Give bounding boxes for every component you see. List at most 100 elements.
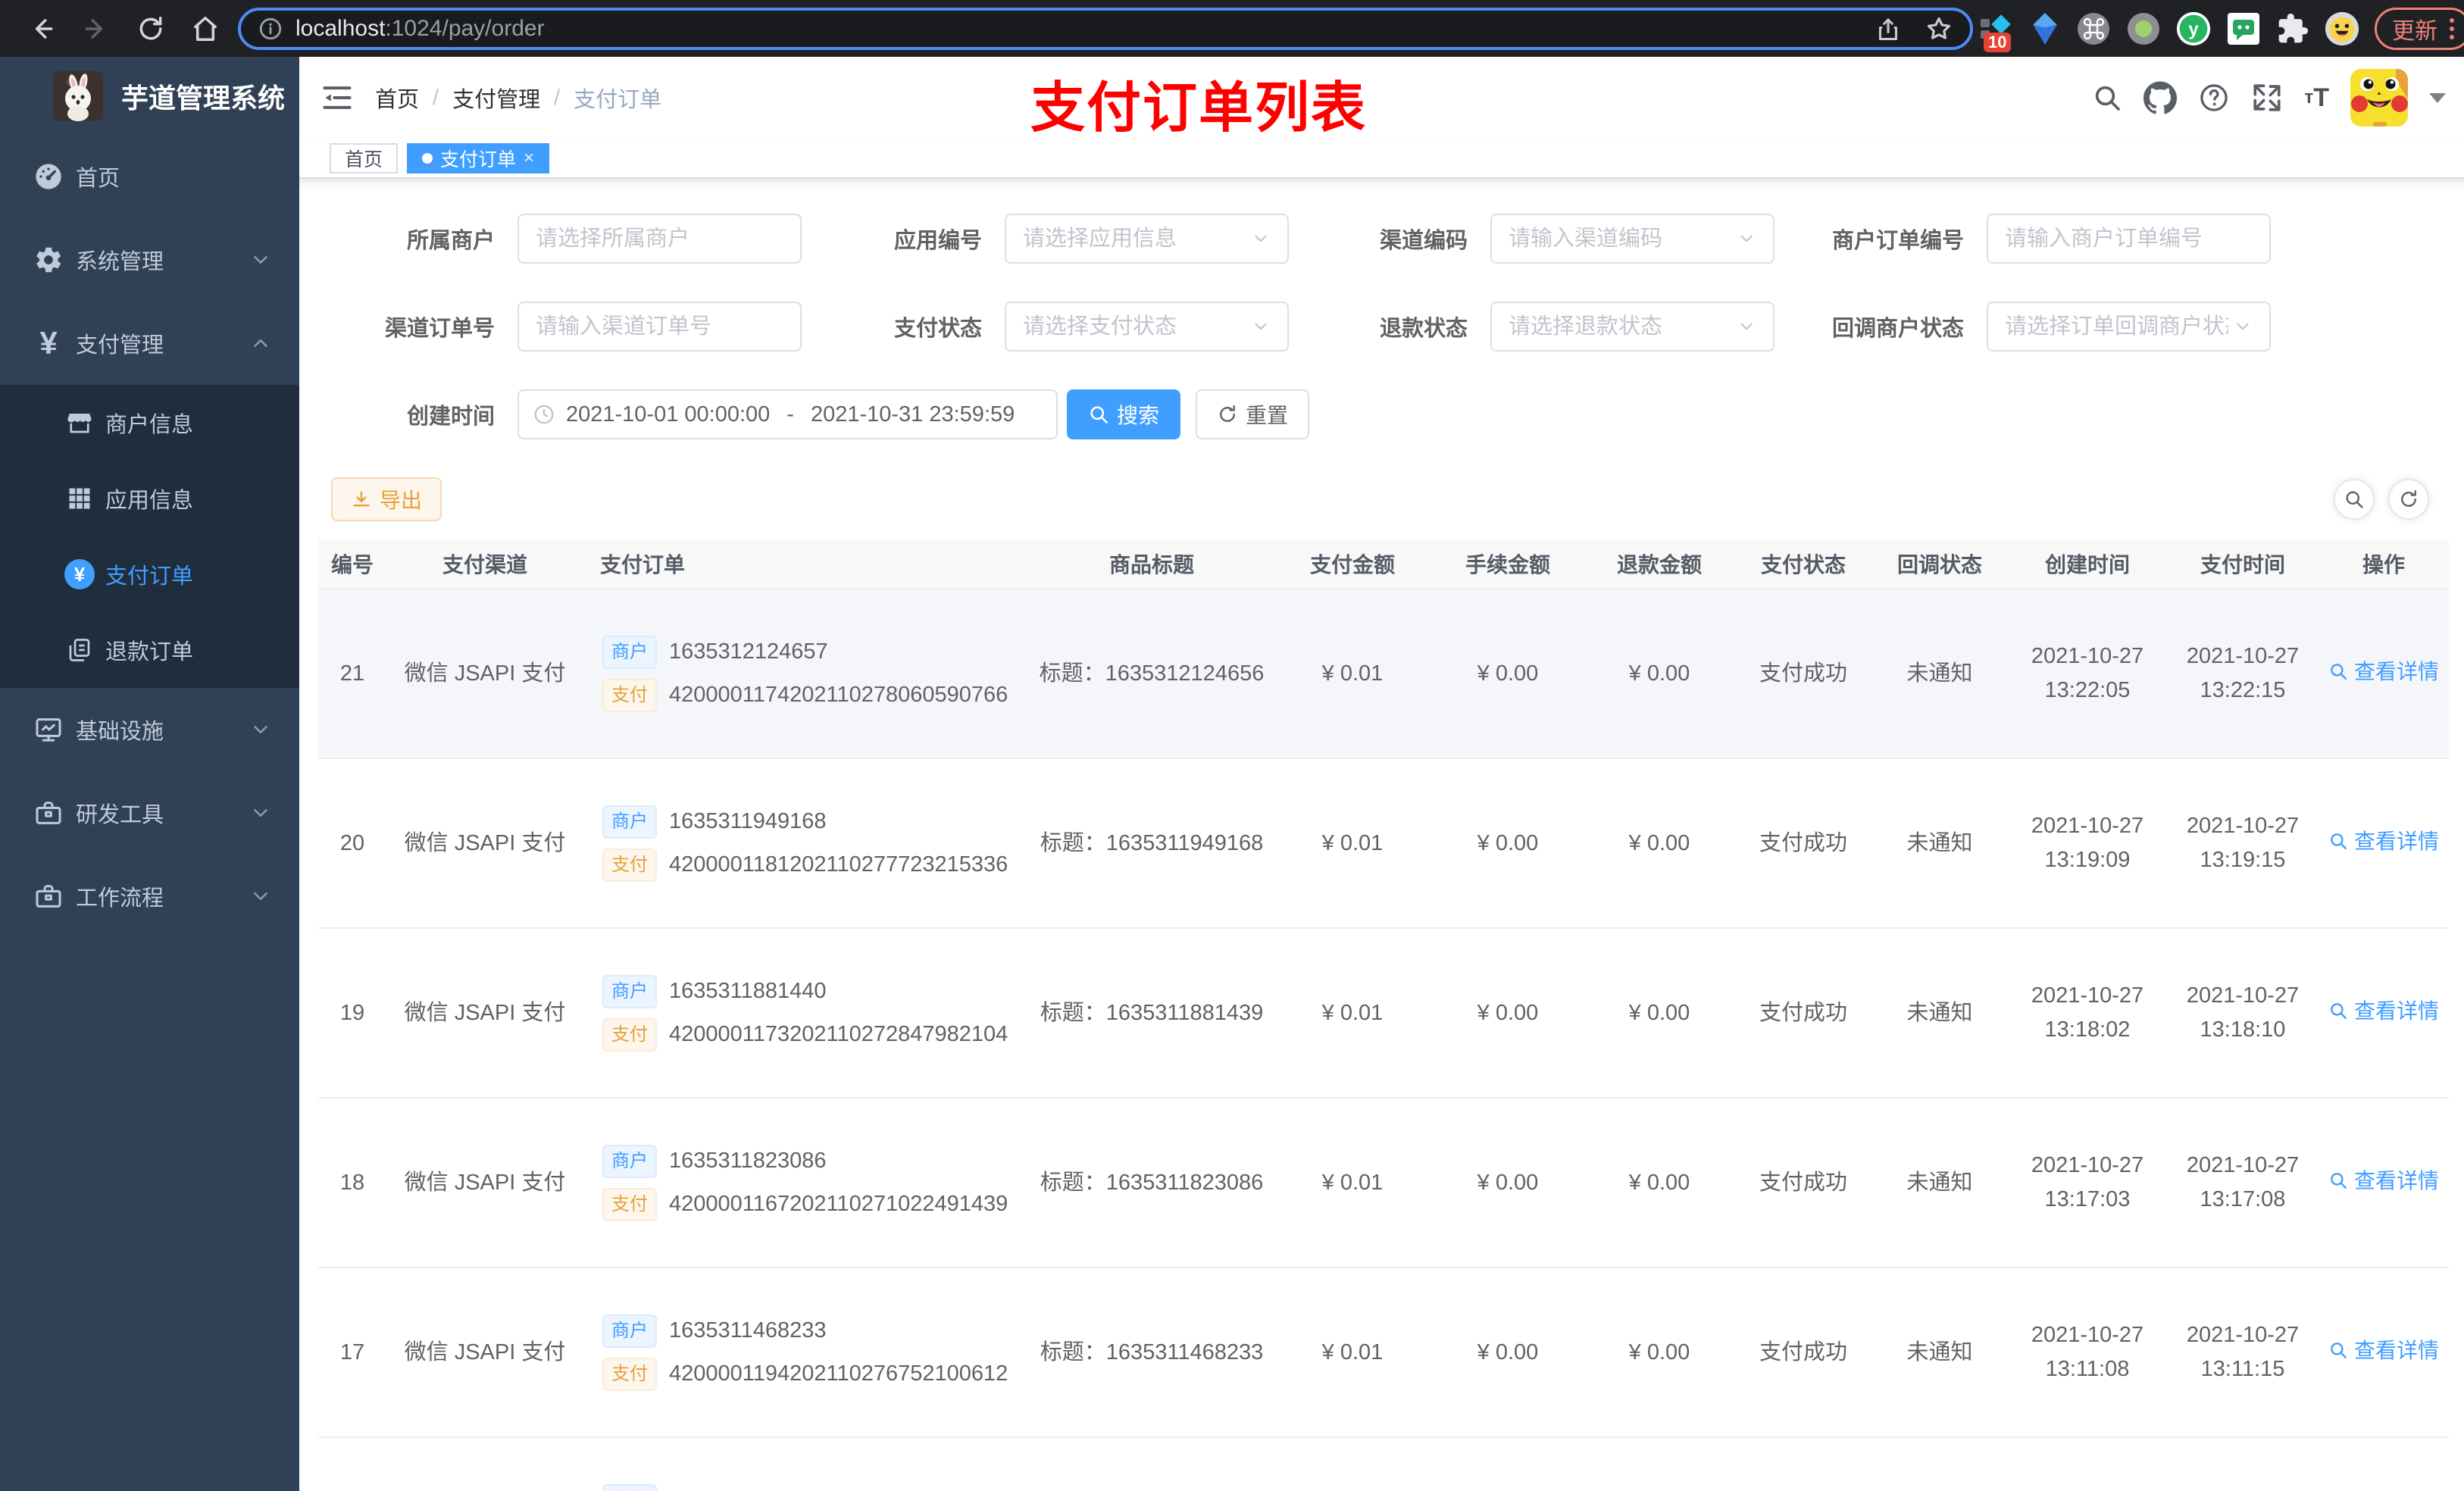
product-title: 标题：1635311468233 [1040, 1339, 1264, 1364]
sidebar-item-pay-order[interactable]: ¥ 支付订单 [0, 536, 299, 612]
collapse-sidebar-icon[interactable] [321, 81, 354, 114]
view-detail-link[interactable]: 查看详情 [2328, 995, 2439, 1027]
channel-code-input[interactable] [1509, 226, 1732, 252]
channel-code-filter-select[interactable] [1490, 214, 1775, 264]
tab-home[interactable]: 首页 [330, 142, 399, 173]
col-pay-order: 支付订单 [600, 553, 686, 577]
close-icon[interactable]: × [524, 148, 534, 169]
back-icon[interactable] [20, 7, 64, 51]
extension-record-icon[interactable] [2126, 11, 2161, 46]
callback-status-input[interactable] [2005, 314, 2228, 339]
forward-icon[interactable] [74, 7, 118, 51]
sidebar-item-workflow[interactable]: 工作流程 [0, 855, 299, 938]
create-time-range-picker[interactable]: 2021-10-01 00:00:00 - 2021-10-31 23:59:5… [518, 389, 1058, 439]
profile-emoji-avatar[interactable] [2325, 11, 2359, 46]
toggle-search-button[interactable] [2334, 479, 2375, 520]
navbar-actions: тT [2092, 69, 2446, 127]
help-icon[interactable] [2198, 82, 2230, 114]
callback-status-filter-select[interactable] [1987, 302, 2271, 352]
extension-command-icon[interactable] [2076, 11, 2111, 46]
view-detail-link[interactable]: 查看详情 [2328, 825, 2439, 858]
created-time: 2021-10-27 13:19:09 [2031, 814, 2144, 872]
sidebar-item-system[interactable]: 系统管理 [0, 218, 299, 302]
font-size-icon[interactable]: тT [2304, 83, 2329, 113]
sidebar-item-app-info[interactable]: 应用信息 [0, 461, 299, 536]
col-fee: 手续金额 [1465, 553, 1550, 577]
chrome-update-button[interactable]: 更新 [2375, 7, 2464, 50]
fullscreen-icon[interactable] [2251, 82, 2283, 114]
channel-code-filter-label: 渠道编码 [1379, 229, 1468, 253]
refund-amount: ¥ 0.00 [1628, 1000, 1690, 1025]
sidebar-item-label: 基础设施 [76, 720, 164, 744]
merchant-filter-input[interactable] [518, 214, 802, 264]
view-detail-label: 查看详情 [2353, 829, 2439, 853]
breadcrumb-home[interactable]: 首页 [375, 82, 419, 114]
sidebar-item-merchant-info[interactable]: 商户信息 [0, 385, 299, 461]
address-bar[interactable]: localhost:1024/pay/order [238, 7, 1973, 50]
chrome-menu-icon[interactable] [2450, 17, 2454, 39]
callback-status-filter-label: 回调商户状态 [1831, 317, 1964, 341]
actions-cell: 查看详情 [2319, 1334, 2449, 1371]
merchant-order-input[interactable] [2005, 226, 2253, 252]
merchant-input[interactable] [536, 226, 783, 252]
extension-diamond-icon[interactable]: 10 [1979, 11, 2014, 52]
chevron-up-icon [249, 332, 272, 355]
page-title-annotation: 支付订单列表 [1030, 78, 1368, 139]
site-info-icon[interactable] [258, 16, 283, 42]
merchant-badge: 商户 [602, 805, 657, 839]
grid-icon [64, 485, 95, 512]
tab-label: 支付订单 [440, 148, 517, 170]
reload-icon[interactable] [129, 7, 173, 51]
home-icon[interactable] [183, 7, 227, 51]
app-logo-row[interactable]: 芋道管理系统 [0, 57, 299, 135]
app-select-input[interactable] [1023, 226, 1246, 252]
tab-pay-order[interactable]: 支付订单 × [407, 142, 550, 173]
reset-button[interactable]: 重置 [1196, 389, 1310, 439]
pay-amount: ¥ 0.01 [1321, 661, 1384, 686]
sidebar-item-pay[interactable]: ¥ 支付管理 [0, 302, 299, 385]
refund-status-filter-select[interactable] [1490, 302, 1775, 352]
table-row: 17 微信 JSAPI 支付 商户 1635311468233 支付 42000… [318, 1268, 2449, 1438]
github-icon[interactable] [2143, 81, 2178, 114]
gear-icon [32, 245, 65, 275]
pay-channel: 微信 JSAPI 支付 [404, 661, 566, 686]
sidebar-item-infra[interactable]: 基础设施 [0, 688, 299, 771]
dashboard-icon [32, 161, 65, 192]
view-detail-link[interactable]: 查看详情 [2328, 1334, 2439, 1367]
breadcrumb-pay[interactable]: 支付管理 [452, 82, 540, 114]
export-button[interactable]: 导出 [331, 477, 442, 521]
refresh-table-button[interactable] [2388, 479, 2429, 520]
merchant-order-no: 1635311051726 [669, 1483, 827, 1491]
avatar-dropdown-caret[interactable] [2429, 92, 2446, 103]
refund-status-input[interactable] [1509, 314, 1732, 339]
channel-order-filter-input[interactable] [518, 302, 802, 352]
pay-status-input[interactable] [1023, 314, 1246, 339]
extension-chat-icon[interactable] [2226, 11, 2261, 46]
filter-form: 所属商户 应用编号 渠道编码 商户订单编号 [318, 192, 2449, 439]
sidebar-item-refund-order[interactable]: 退款订单 [0, 612, 299, 688]
bookmark-star-icon[interactable] [1925, 14, 1953, 43]
merchant-order-filter-input[interactable] [1987, 214, 2271, 264]
extension-y-icon[interactable]: y [2176, 11, 2211, 46]
user-avatar[interactable] [2350, 69, 2408, 127]
app-filter-select[interactable] [1005, 214, 1289, 264]
pay-status-filter-label: 支付状态 [893, 317, 982, 341]
share-icon[interactable] [1875, 15, 1902, 42]
extensions-area: 10 y 更新 [1981, 7, 2464, 52]
extension-kite-icon[interactable] [2029, 11, 2061, 46]
sidebar-item-devtools[interactable]: 研发工具 [0, 771, 299, 855]
sidebar-item-home[interactable]: 首页 [0, 135, 299, 218]
view-detail-link[interactable]: 查看详情 [2328, 655, 2439, 688]
order-id: 18 [339, 1170, 365, 1195]
extensions-puzzle-icon[interactable] [2276, 11, 2309, 46]
channel-order-input[interactable] [536, 314, 783, 339]
pay-channel: 微信 JSAPI 支付 [404, 1000, 566, 1025]
date-separator: - [786, 402, 794, 427]
search-button[interactable]: 搜索 [1067, 389, 1181, 439]
created-time: 2021-10-27 13:11:08 [2031, 1323, 2144, 1381]
view-detail-link[interactable]: 查看详情 [2328, 1164, 2439, 1197]
yen-icon: ¥ [39, 325, 58, 361]
pay-status-filter-select[interactable] [1005, 302, 1289, 352]
svg-text:y: y [2188, 19, 2199, 39]
search-icon[interactable] [2092, 83, 2122, 113]
